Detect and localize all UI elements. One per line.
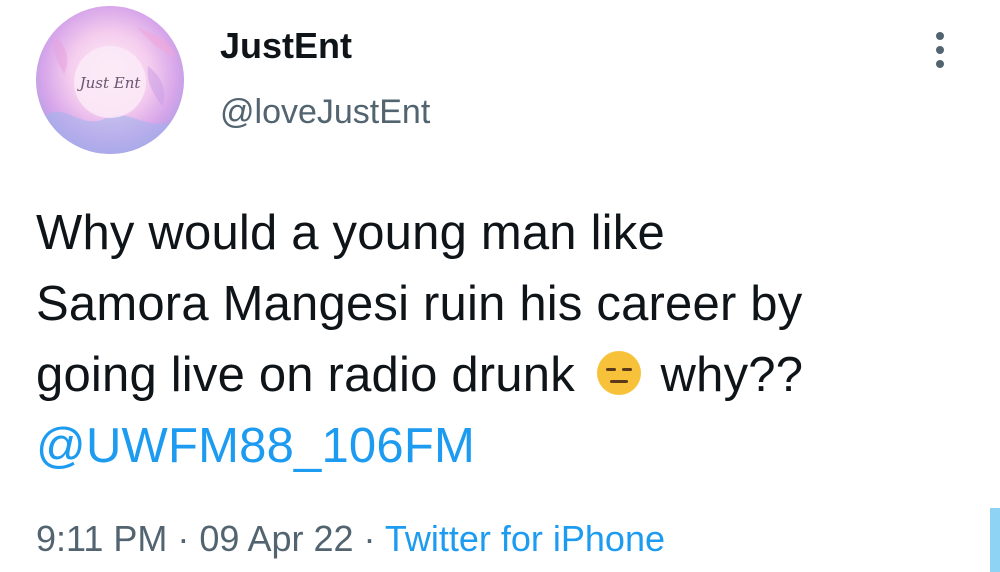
author-handle[interactable]: @loveJustEnt	[220, 90, 430, 134]
expressionless-face-icon	[595, 349, 643, 397]
avatar-logo-lettering: Just Ent	[77, 74, 142, 92]
more-options-icon[interactable]	[928, 30, 952, 70]
tweet-text-line: Samora Mangesi ruin his career by	[36, 277, 803, 331]
tweet-text-line: going live on radio drunk why??	[36, 340, 986, 411]
meta-separator: ·	[353, 518, 385, 559]
edge-scroll-indicator	[990, 508, 1000, 572]
tweet-card: Just Ent JustEnt @loveJustEnt Why would …	[0, 0, 1000, 572]
avatar[interactable]: Just Ent	[36, 6, 184, 154]
tweet-text: Why would a young man like Samora Manges…	[36, 198, 986, 482]
tweet-source-link[interactable]: Twitter for iPhone	[385, 518, 665, 559]
tweet-text-segment: going live on radio drunk	[36, 348, 589, 402]
author-display-name[interactable]: JustEnt	[220, 24, 352, 68]
tweet-text-segment: why??	[660, 348, 804, 402]
tweet-text-line: Why would a young man like	[36, 206, 665, 260]
tweet-metadata: 9:11 PM · 09 Apr 22 · Twitter for iPhone	[36, 516, 665, 562]
tweet-time[interactable]: 9:11 PM	[36, 518, 167, 559]
mention-link[interactable]: @UWFM88_106FM	[36, 411, 986, 482]
tweet-date[interactable]: 09 Apr 22	[199, 518, 353, 559]
meta-separator: ·	[167, 518, 200, 559]
avatar-logo-image: Just Ent	[36, 6, 184, 154]
